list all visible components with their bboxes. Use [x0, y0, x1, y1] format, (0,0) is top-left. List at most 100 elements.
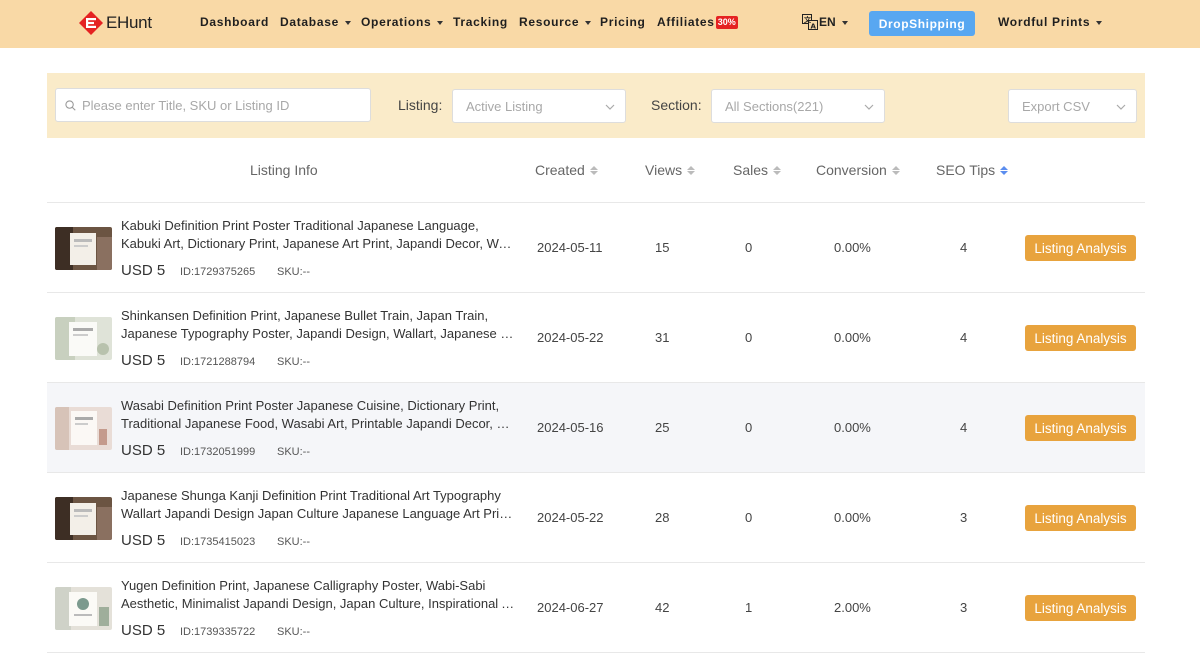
nav-operations-label: Operations — [361, 15, 432, 29]
listing-analysis-button[interactable]: Listing Analysis — [1025, 505, 1136, 531]
listing-title-line: Wasabi Definition Print Poster Japanese … — [121, 398, 500, 413]
nav-pricing[interactable]: Pricing — [600, 15, 646, 29]
listing-sku: SKU:-- — [277, 446, 310, 458]
listing-sku: SKU:-- — [277, 356, 310, 368]
created-date: 2024-05-16 — [537, 420, 604, 435]
export-csv-select[interactable]: Export CSV — [1008, 89, 1137, 123]
header-conversion[interactable]: Conversion — [816, 162, 900, 178]
listing-price: USD 5 — [121, 442, 166, 459]
header-created[interactable]: Created — [535, 162, 598, 178]
table-row: Japanese Shunga Kanji Definition Print T… — [47, 473, 1145, 563]
nav-resource[interactable]: Resource — [519, 15, 592, 29]
discount-badge: 30% — [715, 15, 738, 29]
listing-select[interactable]: Active Listing — [452, 89, 626, 123]
nav-pricing-label: Pricing — [600, 15, 646, 29]
listing-title-line: Yugen Definition Print, Japanese Calligr… — [121, 578, 486, 593]
section-select[interactable]: All Sections(221) — [711, 89, 885, 123]
search-icon — [65, 99, 76, 111]
table-row: Wasabi Definition Print Poster Japanese … — [47, 383, 1145, 473]
nav-operations[interactable]: Operations — [361, 15, 444, 29]
listing-thumbnail[interactable] — [55, 407, 112, 450]
listing-title[interactable]: Japanese Shunga Kanji Definition Print T… — [121, 487, 517, 523]
header-views[interactable]: Views — [645, 162, 696, 178]
listing-thumbnail[interactable] — [55, 317, 112, 360]
listing-price: USD 5 — [121, 622, 166, 639]
conversion-rate: 0.00% — [834, 420, 871, 435]
ehunt-logo[interactable]: EHunt — [78, 10, 152, 36]
listing-title-line: Aesthetic, Minimalist Japandi Design, Ja… — [121, 596, 517, 611]
listing-analysis-button[interactable]: Listing Analysis — [1025, 595, 1136, 621]
listing-id: ID:1732051999 — [180, 446, 256, 458]
views-count: 15 — [655, 240, 670, 255]
seo-tips-count: 4 — [960, 330, 968, 345]
created-date: 2024-05-11 — [537, 240, 603, 255]
dropshipping-button[interactable]: DropShipping — [869, 11, 975, 36]
listing-title[interactable]: Kabuki Definition Print Poster Tradition… — [121, 217, 517, 253]
listing-analysis-button[interactable]: Listing Analysis — [1025, 325, 1136, 351]
chevron-down-icon — [605, 104, 615, 110]
nav-database[interactable]: Database — [280, 15, 351, 29]
conversion-rate: 0.00% — [834, 240, 871, 255]
nav-dashboard[interactable]: Dashboard — [200, 15, 269, 29]
listing-title-line: Kabuki Art, Dictionary Print, Japanese A… — [121, 236, 517, 251]
header-sales[interactable]: Sales — [733, 162, 782, 178]
ehunt-logo-icon — [79, 11, 103, 35]
listing-title[interactable]: Shinkansen Definition Print, Japanese Bu… — [121, 307, 517, 343]
table-row: Kabuki Definition Print Poster Tradition… — [47, 203, 1145, 293]
created-date: 2024-05-22 — [537, 330, 604, 345]
sales-count: 0 — [745, 510, 753, 525]
header-listing-info: Listing Info — [250, 162, 318, 178]
listing-analysis-button[interactable]: Listing Analysis — [1025, 235, 1136, 261]
nav-tracking-label: Tracking — [453, 15, 508, 29]
chevron-down-icon — [1096, 20, 1103, 25]
search-box[interactable] — [55, 88, 371, 122]
seo-tips-count: 3 — [960, 600, 968, 615]
listing-analysis-button[interactable]: Listing Analysis — [1025, 415, 1136, 441]
listing-title-line: Kabuki Definition Print Poster Tradition… — [121, 218, 479, 233]
search-input[interactable] — [82, 97, 352, 113]
sort-icon — [773, 165, 782, 175]
listing-sku: SKU:-- — [277, 536, 310, 548]
nav-resource-label: Resource — [519, 15, 580, 29]
header-created-label: Created — [535, 162, 585, 178]
table-row: Shinkansen Definition Print, Japanese Bu… — [47, 293, 1145, 383]
listing-thumbnail[interactable] — [55, 497, 112, 540]
listing-id: ID:1739335722 — [180, 626, 256, 638]
chevron-down-icon — [344, 20, 351, 25]
listing-thumbnail[interactable] — [55, 227, 112, 270]
svg-text:A: A — [811, 22, 817, 30]
sales-count: 0 — [745, 420, 753, 435]
conversion-rate: 0.00% — [834, 330, 871, 345]
conversion-rate: 2.00% — [834, 600, 871, 615]
nav-affiliates[interactable]: Affiliates 30% — [657, 15, 738, 29]
translate-icon: 文 A — [802, 14, 818, 30]
listing-title[interactable]: Wasabi Definition Print Poster Japanese … — [121, 397, 517, 433]
sort-icon — [589, 165, 598, 175]
views-count: 31 — [655, 330, 670, 345]
listing-title-line: Japanese Typography Poster, Japandi Desi… — [121, 326, 517, 341]
chevron-down-icon — [585, 20, 592, 25]
listing-title-line: Shinkansen Definition Print, Japanese Bu… — [121, 308, 489, 323]
top-navigation: EHunt Dashboard Database Operations Trac… — [0, 0, 1200, 48]
listing-id: ID:1735415023 — [180, 536, 256, 548]
language-selector[interactable]: 文 A EN — [802, 14, 848, 30]
seo-tips-count: 3 — [960, 510, 968, 525]
listing-id: ID:1729375265 — [180, 266, 256, 278]
created-date: 2024-06-27 — [537, 600, 604, 615]
sort-icon — [687, 165, 696, 175]
language-label: EN — [819, 15, 836, 29]
listing-select-value: Active Listing — [466, 98, 543, 114]
section-label: Section: — [651, 97, 702, 113]
listing-sku: SKU:-- — [277, 266, 310, 278]
listing-title[interactable]: Yugen Definition Print, Japanese Calligr… — [121, 577, 517, 613]
header-seo-tips[interactable]: SEO Tips — [936, 162, 1009, 178]
listing-label: Listing: — [398, 97, 443, 113]
listing-title-line: Wallart Japandi Design Japan Culture Jap… — [121, 506, 517, 521]
listing-thumbnail[interactable] — [55, 587, 112, 630]
views-count: 42 — [655, 600, 670, 615]
nav-database-label: Database — [280, 15, 339, 29]
nav-tracking[interactable]: Tracking — [453, 15, 508, 29]
sales-count: 0 — [745, 330, 753, 345]
shop-selector[interactable]: Wordful Prints — [998, 15, 1103, 29]
seo-tips-count: 4 — [960, 420, 968, 435]
